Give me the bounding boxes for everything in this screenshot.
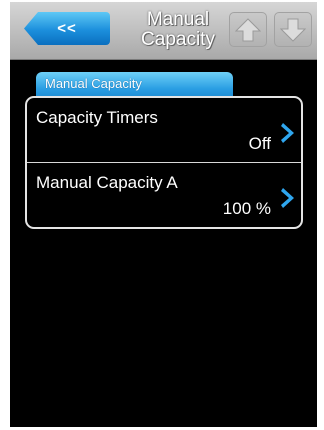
down-arrow-icon: [280, 18, 306, 42]
back-button[interactable]: <<: [24, 12, 110, 45]
chevron-right-icon: [281, 123, 294, 143]
header-bar: << Manual Capacity: [10, 2, 317, 60]
up-arrow-icon: [235, 18, 261, 42]
scroll-up-button[interactable]: [229, 12, 267, 47]
chevron-right-icon: [281, 188, 294, 208]
menu-item-capacity-timers[interactable]: Capacity Timers Off: [27, 98, 301, 162]
menu-item-manual-capacity-a[interactable]: Manual Capacity A 100 %: [27, 163, 301, 227]
device-screen: << Manual Capacity Manual Capacity Capac…: [10, 2, 317, 427]
scroll-down-button[interactable]: [274, 12, 312, 47]
menu-item-label: Manual Capacity A: [36, 173, 178, 192]
menu-item-value: 100 %: [222, 199, 271, 218]
menu-panel: Capacity Timers Off Manual Capacity A 10…: [25, 96, 303, 229]
back-button-label: <<: [57, 20, 77, 37]
page-title-line1: Manual: [146, 9, 210, 30]
menu-item-value: Off: [248, 134, 271, 153]
page-title-line2: Capacity: [141, 29, 215, 50]
menu-item-label: Capacity Timers: [36, 108, 158, 127]
page-title: Manual Capacity: [128, 10, 228, 50]
